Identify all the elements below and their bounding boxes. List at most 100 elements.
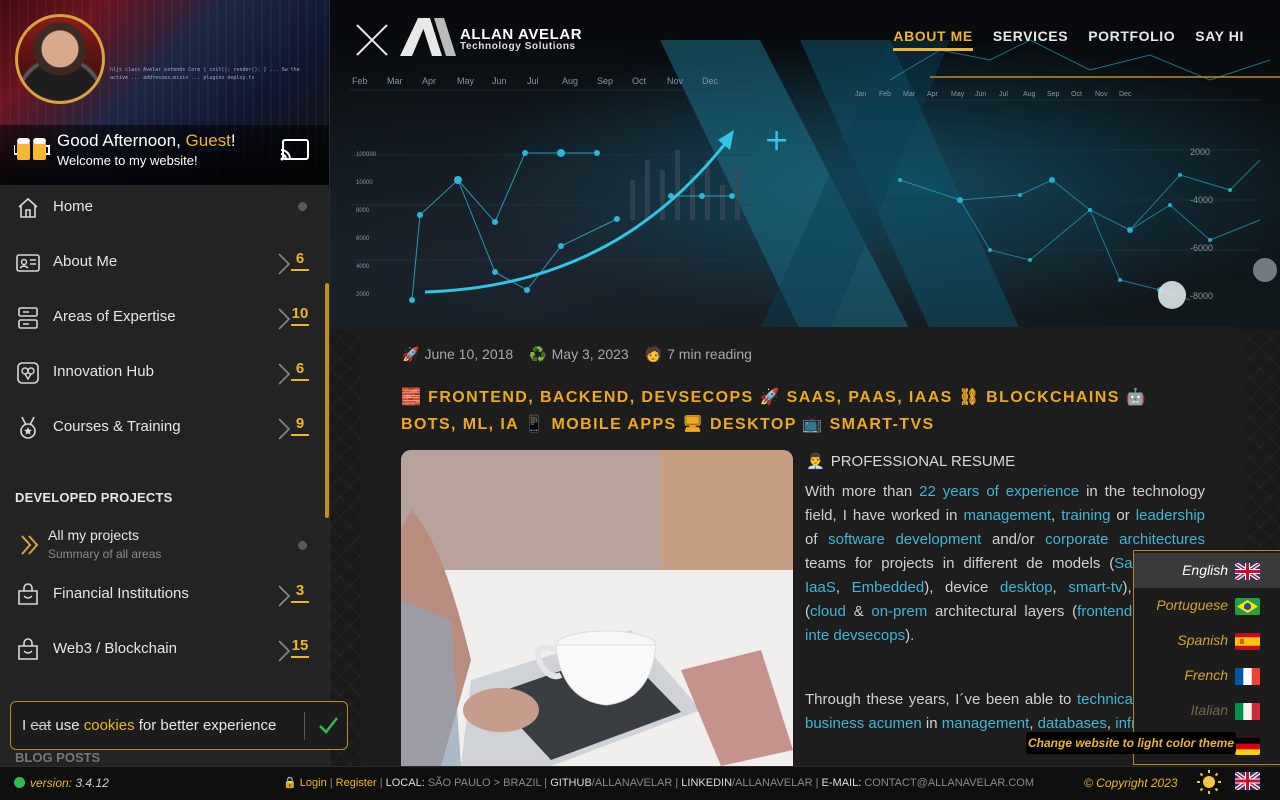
hero-axis-label: Nov	[667, 76, 684, 86]
tags-line-2: BOTS, ML, IA 📱 MOBILE APPS 🖥 DESKTOP 📺 S…	[401, 416, 935, 433]
sidebar-item-innovation-hub[interactable]: Innovation Hub 6	[0, 350, 322, 405]
highlight-link[interactable]: Embedded	[852, 579, 925, 596]
all-projects-label: All my projects	[48, 527, 140, 543]
rocket-icon: 🚀	[402, 346, 420, 362]
laptop-coffee-illustration	[401, 450, 793, 766]
article-meta: 🚀 June 10, 2018 ♻️ May 3, 2023 🧑 7 min read…	[402, 346, 752, 363]
highlight-link[interactable]: business acumen	[805, 715, 922, 732]
avatar[interactable]	[15, 14, 105, 104]
sidebar-item-home[interactable]: Home	[0, 185, 322, 240]
hero-axis-label: Aug	[562, 76, 578, 86]
logo-mark-icon[interactable]	[400, 18, 456, 56]
highlight-link[interactable]: software development	[828, 531, 981, 548]
highlight-link[interactable]: desktop	[1000, 579, 1053, 596]
cookie-text: I eat use cookies for better experience	[22, 717, 277, 734]
developed-projects-title: DEVELOPED PROJECTS	[15, 490, 173, 505]
register-link[interactable]: Register	[336, 777, 377, 789]
linkedin-link[interactable]: LINKEDIN	[681, 777, 732, 789]
sidebar-item-courses-training[interactable]: Courses & Training 9	[0, 405, 322, 460]
top-navigation: ABOUT ME SERVICES PORTFOLIO SAY HI	[893, 28, 1244, 51]
nav-services[interactable]: SERVICES	[993, 28, 1068, 51]
paragraph-text: Through these years, I´ve been able to	[805, 691, 1078, 708]
reading-time: 🧑 7 min reading	[644, 346, 752, 362]
highlight-link[interactable]: frontend	[1077, 603, 1132, 620]
hero-axis-label: 10000	[356, 180, 373, 186]
hero-axis-label: Jul	[999, 91, 1008, 98]
github-link[interactable]: GITHUB	[550, 777, 592, 789]
bag-icon	[18, 638, 38, 660]
sidebar-item-label: Courses & Training	[53, 418, 181, 435]
chevron-right-icon	[278, 308, 291, 330]
sidebar-item-all-projects[interactable]: All my projects Summary of all areas	[0, 518, 322, 576]
count-badge: 9	[291, 415, 309, 436]
paragraph-text: ,	[1106, 715, 1116, 732]
highlight-link[interactable]: cloud	[810, 603, 846, 620]
published-date: 🚀 June 10, 2018	[402, 346, 514, 362]
language-option-french[interactable]: French	[1134, 658, 1280, 693]
highlight-link[interactable]: training	[1061, 507, 1110, 524]
online-status-dot	[14, 777, 25, 788]
all-projects-subtitle: Summary of all areas	[48, 547, 162, 561]
language-option-spanish[interactable]: Spanish	[1134, 623, 1280, 658]
resume-title: 👨‍💼 PROFESSIONAL RESUME	[806, 453, 1016, 470]
hero-axis-label: Mar	[903, 91, 916, 98]
highlight-link[interactable]: 22 years of experience	[919, 483, 1079, 500]
uk-flag-icon[interactable]	[1235, 772, 1260, 790]
language-option-english[interactable]: English	[1134, 553, 1280, 588]
highlight-link[interactable]: devsecops	[833, 627, 905, 644]
paragraph-text	[988, 579, 1000, 596]
hero-axis-label: Jan	[855, 91, 866, 98]
email-link[interactable]: CONTACT@ALLANAVELAR.COM	[864, 777, 1034, 789]
sidebar-item-web3-blockchain[interactable]: Web3 / Blockchain 15	[0, 627, 322, 682]
highlight-link[interactable]: inte	[805, 627, 829, 644]
sidebar-item-areas-of-expertise[interactable]: Areas of Expertise 10	[0, 295, 322, 350]
hero-axis-label: -6000	[1190, 243, 1213, 253]
hero-axis-label: 2000	[356, 292, 370, 298]
sidebar-scrollbar[interactable]	[325, 283, 329, 518]
greeting-title: Good Afternoon, Guest!	[57, 131, 236, 150]
hero-axis-label: Feb	[352, 76, 368, 86]
language-option-italian[interactable]: Italian	[1134, 693, 1280, 728]
count-badge: 10	[291, 305, 309, 326]
paragraph-text: ), device	[924, 579, 989, 596]
highlight-link[interactable]: management	[963, 507, 1051, 524]
paragraph-text: With more than	[805, 483, 920, 500]
highlight-link[interactable]: smart-tv	[1068, 579, 1122, 596]
projects-nav: Financial Institutions 3 Web3 / Blockcha…	[0, 572, 322, 682]
blog-posts-title: BLOG POSTS	[15, 750, 101, 765]
hero-axis-label: -8000	[1190, 291, 1213, 301]
hero-axis-label: Feb	[879, 91, 891, 98]
highlight-link[interactable]: leadership	[1136, 507, 1205, 524]
reader-icon: 🧑	[644, 346, 663, 362]
highlight-link[interactable]: databases	[1038, 715, 1107, 732]
nav-about-me[interactable]: ABOUT ME	[893, 28, 973, 51]
paragraph-text: teams for projects in different de	[805, 555, 1043, 572]
highlight-link[interactable]: corporate architectures	[1045, 531, 1205, 548]
hero-axis-label: Mar	[387, 76, 403, 86]
menu-close-icon[interactable]	[354, 22, 390, 58]
sidebar-item-financial-institutions[interactable]: Financial Institutions 3	[0, 572, 322, 627]
status-dot	[298, 202, 307, 211]
footer-links: 🔒 Login | Register | LOCAL: SÃO PAULO > …	[283, 777, 1035, 789]
highlight-link[interactable]: IaaS	[805, 579, 836, 596]
sidebar-nav: Home About Me 6 Areas of Expertise 10 In…	[0, 185, 322, 460]
login-link[interactable]: Login	[300, 777, 327, 789]
highlight-link[interactable]: on-prem	[871, 603, 927, 620]
count-badge: 3	[291, 582, 309, 603]
highlight-link[interactable]: management	[942, 715, 1030, 732]
hero-axis-label: 100000	[356, 152, 377, 158]
br-flag-icon	[1235, 598, 1260, 615]
language-name: Spanish	[1177, 632, 1228, 648]
language-option-portuguese[interactable]: Portuguese	[1134, 588, 1280, 623]
paragraph-text: ,	[1052, 579, 1069, 596]
nav-portfolio[interactable]: PORTFOLIO	[1088, 28, 1175, 51]
cast-icon[interactable]	[280, 138, 310, 162]
hero-axis-label: Oct	[632, 76, 647, 86]
sidebar-item-about-me[interactable]: About Me 6	[0, 240, 322, 295]
accept-cookies-check-icon[interactable]	[317, 714, 339, 736]
svg-text:+: +	[764, 123, 789, 158]
sun-theme-toggle-icon[interactable]	[1196, 769, 1222, 795]
page: + Feb Mar Apr May Jun Jul Aug Sep Oct Nov Dec Jan F…	[0, 0, 1280, 800]
language-name: Italian	[1190, 702, 1228, 718]
nav-say-hi[interactable]: SAY HI	[1195, 28, 1244, 51]
